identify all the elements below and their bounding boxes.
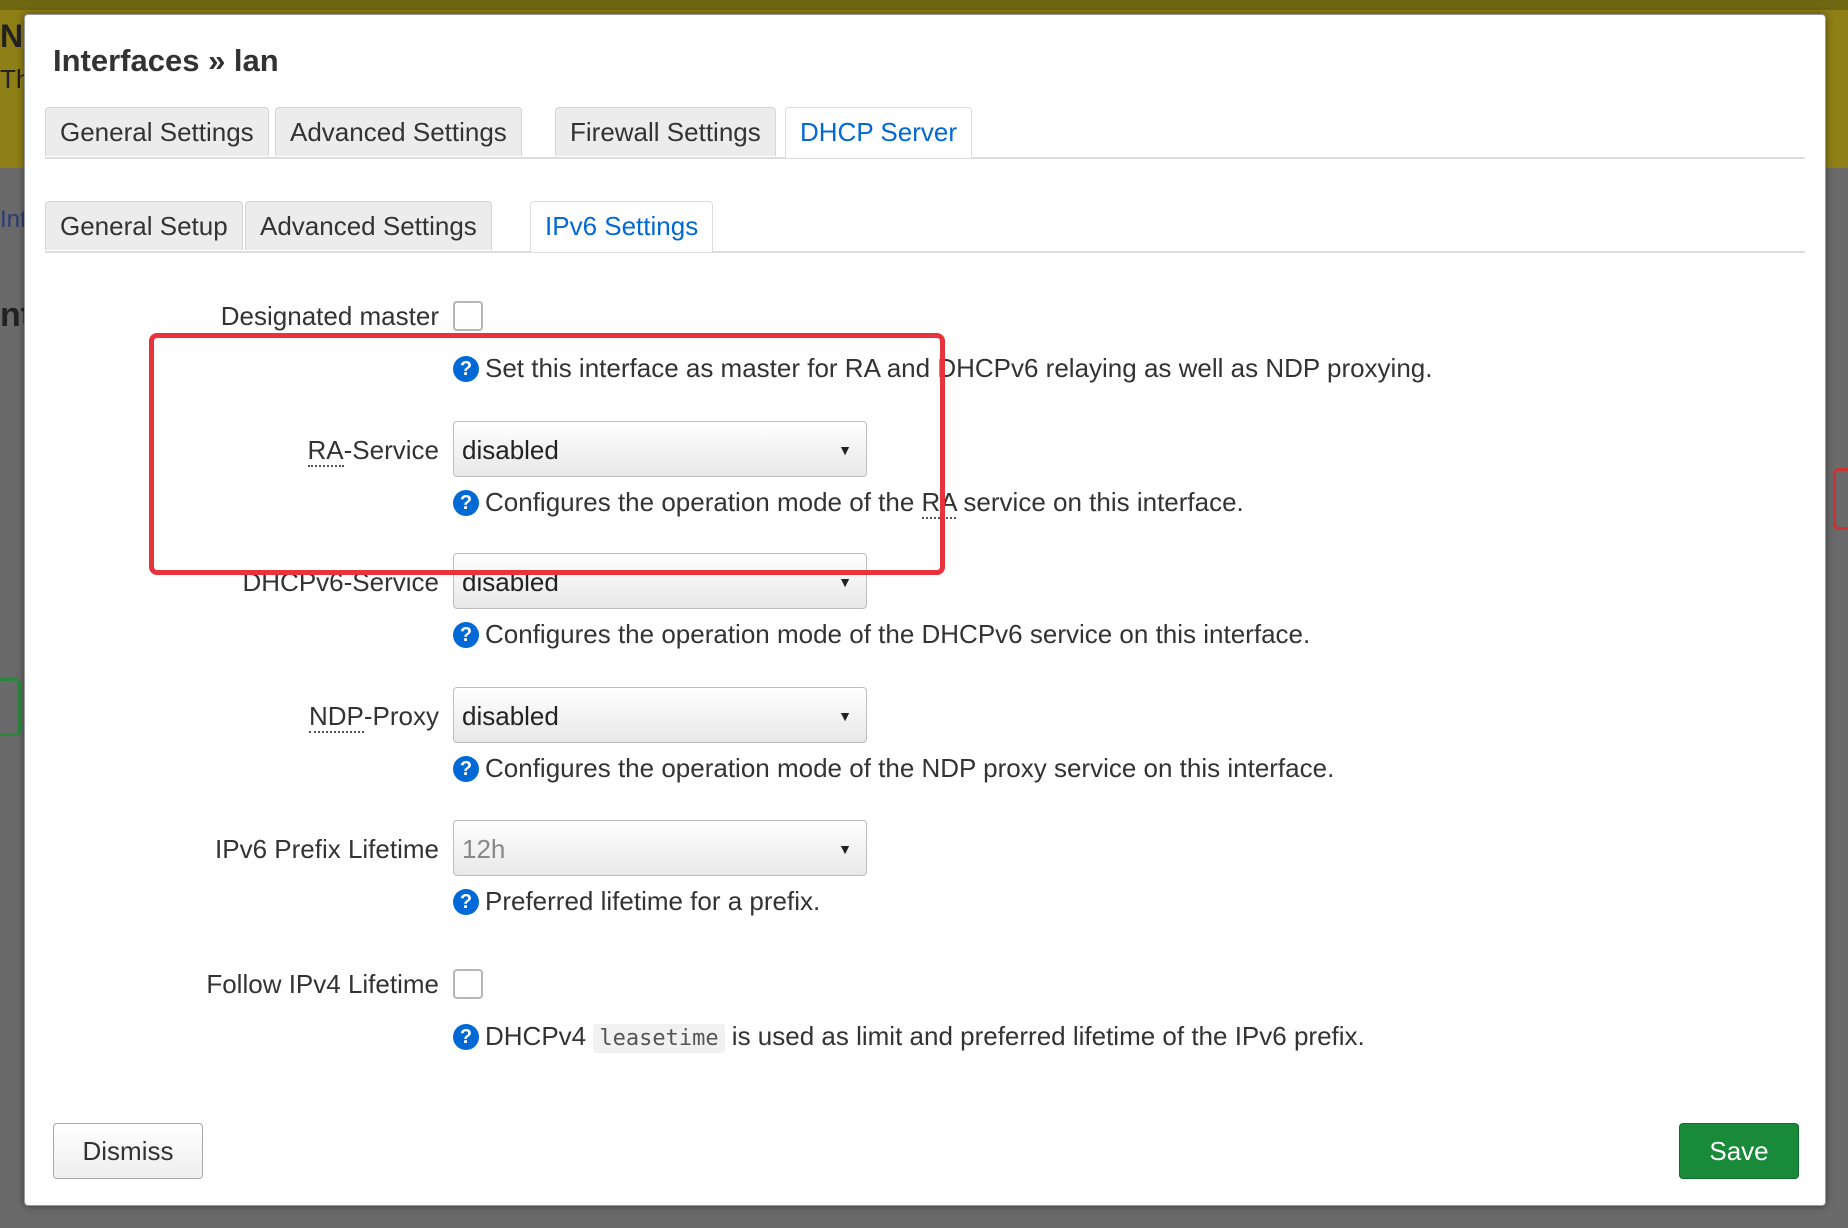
help-icon: ? (453, 622, 479, 648)
ipv6-prefix-lifetime-help: ? Preferred lifetime for a prefix. (453, 886, 820, 917)
interface-modal: Interfaces » lan General Settings Advanc… (24, 14, 1826, 1206)
subtab-advanced-settings[interactable]: Advanced Settings (245, 201, 492, 250)
dhcpv6-service-help: ? Configures the operation mode of the DH… (453, 619, 1310, 650)
save-button[interactable]: Save (1679, 1123, 1799, 1179)
tab-firewall-settings[interactable]: Firewall Settings (555, 107, 776, 156)
designated-master-checkbox[interactable] (453, 301, 483, 331)
background-title-fragment: N (0, 18, 24, 54)
dhcpv6-service-label: DHCPv6-Service (242, 567, 440, 597)
subtab-ipv6-settings[interactable]: IPv6 Settings (530, 201, 714, 252)
sub-tabs: General Setup Advanced Settings IPv6 Set… (45, 201, 1805, 253)
help-icon: ? (453, 1024, 479, 1050)
help-icon: ? (453, 356, 479, 382)
tab-dhcp-server[interactable]: DHCP Server (785, 107, 973, 158)
chevron-down-icon: ▼ (838, 574, 852, 590)
dismiss-button[interactable]: Dismiss (53, 1123, 203, 1179)
leasetime-code: leasetime (593, 1024, 725, 1053)
tab-advanced-settings[interactable]: Advanced Settings (275, 107, 522, 156)
help-icon: ? (453, 490, 479, 516)
help-icon: ? (453, 889, 479, 915)
background-green-button-edge (0, 678, 21, 736)
ndp-proxy-help: ? Configures the operation mode of the ND… (453, 753, 1334, 784)
ipv6-prefix-lifetime-select[interactable]: 12h ▼ (453, 820, 867, 876)
designated-master-help: ? Set this interface as master for RA and… (453, 353, 1432, 384)
modal-title: Interfaces » lan (53, 43, 279, 78)
dhcpv6-service-select[interactable]: disabled ▼ (453, 553, 867, 609)
follow-ipv4-lifetime-checkbox[interactable] (453, 969, 483, 999)
subtab-general-setup[interactable]: General Setup (45, 201, 243, 250)
tab-general-settings[interactable]: General Settings (45, 107, 269, 156)
ra-service-select[interactable]: disabled ▼ (453, 421, 867, 477)
ra-service-label: RA-Service (307, 435, 439, 467)
chevron-down-icon: ▼ (838, 442, 852, 458)
background-link-fragment: Int (0, 206, 27, 233)
chevron-down-icon: ▼ (838, 708, 852, 724)
ipv6-prefix-lifetime-label: IPv6 Prefix Lifetime (215, 834, 439, 864)
designated-master-label: Designated master (220, 301, 439, 331)
help-icon: ? (453, 756, 479, 782)
main-tabs: General Settings Advanced Settings Firew… (45, 107, 1805, 159)
background-red-button-edge (1833, 468, 1848, 530)
follow-ipv4-lifetime-help: ? DHCPv4 leasetime is used as limit and p… (453, 1021, 1365, 1053)
ndp-proxy-label: NDP-Proxy (308, 701, 439, 733)
ndp-proxy-select[interactable]: disabled ▼ (453, 687, 867, 743)
follow-ipv4-lifetime-label: Follow IPv4 Lifetime (206, 969, 439, 999)
ra-service-help: ? Configures the operation mode of the RA… (453, 487, 1244, 519)
chevron-down-icon: ▼ (838, 841, 852, 857)
